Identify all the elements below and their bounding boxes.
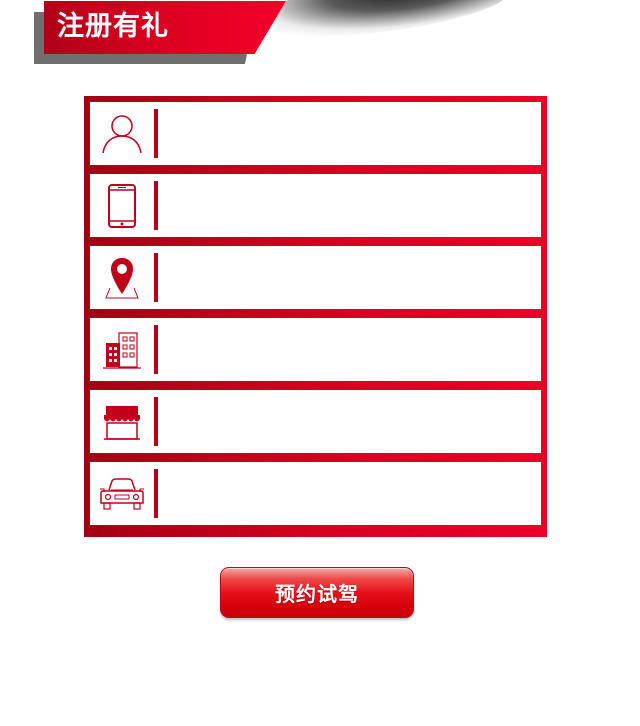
form-row-location [90,246,541,309]
mobile-phone-icon [90,174,154,237]
name-field[interactable] [158,102,541,165]
dealer-field[interactable] [158,390,541,453]
page-title: 注册有礼 [57,11,169,42]
province-field[interactable] [158,246,541,309]
book-test-drive-label: 预约试驾 [275,582,359,606]
book-test-drive-button[interactable]: 预约试驾 [220,567,414,618]
city-field[interactable] [158,318,541,381]
car-model-field[interactable] [158,462,541,525]
registration-form [84,96,547,537]
form-row-city [90,318,541,381]
form-row-dealer [90,390,541,453]
car-icon [90,462,154,525]
phone-field[interactable] [158,174,541,237]
building-icon [90,318,154,381]
form-row-name [90,102,541,165]
form-row-car-model [90,462,541,525]
user-icon [90,102,154,165]
store-icon [90,390,154,453]
header-swoosh-decoration [247,0,513,48]
form-row-phone [90,174,541,237]
location-pin-icon [90,246,154,309]
